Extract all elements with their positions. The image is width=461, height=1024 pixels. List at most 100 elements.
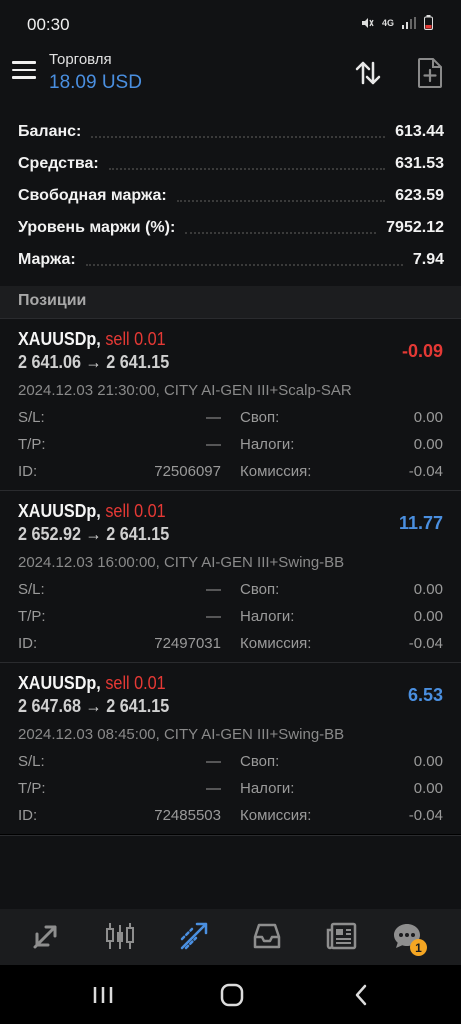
position-symbol: XAUUSDp, (18, 329, 101, 349)
home-icon (220, 983, 244, 1007)
positions-section-header: Позиции (0, 286, 461, 318)
positions-title: Позиции (18, 292, 87, 309)
free-margin-row: Свободная маржа: 623.59 (18, 184, 444, 208)
top-app-bar: Торговля 18.09 USD (0, 48, 461, 106)
tab-news[interactable] (325, 919, 359, 953)
margin-level-value: 7952.12 (386, 219, 444, 236)
tp-value: — (206, 436, 221, 453)
commission-label: Комиссия: (240, 635, 312, 652)
swap-value: 0.00 (413, 753, 443, 770)
taxes-label: Налоги: (240, 436, 295, 453)
taxes-label: Налоги: (240, 780, 295, 797)
taxes-value: 0.00 (413, 608, 443, 625)
tab-charts[interactable] (103, 919, 137, 953)
recent-apps-icon (93, 987, 113, 1003)
equity-label: Средства: (18, 155, 99, 172)
id-value: 72506097 (154, 463, 221, 480)
position-symbol: XAUUSDp, (18, 673, 101, 693)
sl-value: — (206, 581, 221, 598)
quotes-icon (33, 925, 57, 949)
commission-label: Комиссия: (240, 807, 312, 824)
trade-icon (180, 922, 208, 950)
home-button[interactable] (217, 983, 247, 1007)
position-item[interactable]: XAUUSDp, sell 0.01 2 652.92 → 2 641.15 1… (0, 490, 461, 662)
swap-label: Своп: (240, 753, 280, 770)
chart-candles-icon (106, 923, 134, 949)
tab-history[interactable] (250, 919, 284, 953)
swap-label: Своп: (240, 409, 280, 426)
sort-arrows-icon (355, 61, 381, 85)
position-prices: 2 641.06 → 2 641.15 (18, 352, 170, 372)
swap-value: 0.00 (413, 581, 443, 598)
position-item[interactable]: XAUUSDp, sell 0.01 2 641.06 → 2 641.15 -… (0, 318, 461, 490)
position-profit: 11.77 (398, 513, 443, 533)
sl-label: S/L: (18, 409, 45, 426)
position-side: sell 0.01 (105, 501, 166, 521)
tab-messages[interactable]: 1 (390, 919, 427, 956)
id-label: ID: (18, 463, 38, 480)
history-icon (253, 923, 281, 949)
back-button[interactable] (346, 983, 376, 1007)
position-profit: -0.09 (401, 341, 443, 361)
balance-value: 613.44 (395, 123, 444, 140)
balance-row: Баланс: 613.44 (18, 120, 444, 144)
new-order-button[interactable] (416, 57, 444, 89)
margin-level-label: Уровень маржи (%): (18, 219, 176, 236)
margin-level-row: Уровень маржи (%): 7952.12 (18, 216, 444, 240)
battery-icon (424, 15, 433, 30)
position-symbol: XAUUSDp, (18, 501, 101, 521)
position-comment: 2024.12.03 08:45:00, CITY AI-GEN III+Swi… (18, 726, 345, 743)
id-value: 72485503 (154, 807, 221, 824)
margin-row: Маржа: 7.94 (18, 248, 444, 272)
taxes-label: Налоги: (240, 608, 295, 625)
free-margin-value: 623.59 (395, 187, 444, 204)
tab-quotes[interactable] (29, 919, 63, 953)
position-prices: 2 652.92 → 2 641.15 (18, 524, 170, 544)
equity-row: Средства: 631.53 (18, 152, 444, 176)
taxes-value: 0.00 (413, 436, 443, 453)
id-label: ID: (18, 635, 38, 652)
tab-trade[interactable] (177, 919, 211, 953)
margin-value: 7.94 (412, 251, 444, 268)
sl-value: — (206, 409, 221, 426)
tp-label: T/P: (18, 608, 46, 625)
news-icon (326, 922, 357, 950)
mute-icon (361, 17, 374, 28)
sl-label: S/L: (18, 753, 45, 770)
sl-label: S/L: (18, 581, 45, 598)
position-prices: 2 647.68 → 2 641.15 (18, 696, 170, 716)
commission-label: Комиссия: (240, 463, 312, 480)
new-document-icon (418, 58, 442, 88)
id-value: 72497031 (154, 635, 221, 652)
hamburger-icon (12, 61, 36, 64)
account-profit: 18.09 USD (49, 72, 142, 93)
commission-value: -0.04 (408, 463, 443, 480)
tp-value: — (206, 608, 221, 625)
tp-label: T/P: (18, 780, 46, 797)
recent-apps-button[interactable] (88, 983, 118, 1007)
free-margin-label: Свободная маржа: (18, 187, 167, 204)
position-side: sell 0.01 (105, 673, 166, 693)
sort-button[interactable] (353, 58, 383, 88)
signal-icon (402, 16, 416, 29)
equity-value: 631.53 (395, 155, 444, 172)
empty-list-area (0, 835, 461, 909)
commission-value: -0.04 (408, 807, 443, 824)
position-comment: 2024.12.03 16:00:00, CITY AI-GEN III+Swi… (18, 554, 345, 571)
swap-label: Своп: (240, 581, 280, 598)
system-icons: 4G (360, 15, 433, 30)
messages-badge: 1 (410, 939, 427, 956)
balance-label: Баланс: (18, 123, 82, 140)
position-item[interactable]: XAUUSDp, sell 0.01 2 647.68 → 2 641.15 6… (0, 662, 461, 834)
commission-value: -0.04 (408, 635, 443, 652)
system-navigation-bar (0, 965, 461, 1024)
bottom-tab-bar: 1 (0, 909, 461, 965)
margin-label: Маржа: (18, 251, 76, 268)
status-bar: 00:30 4G (0, 0, 461, 48)
id-label: ID: (18, 807, 38, 824)
network-type: 4G (381, 17, 394, 28)
position-profit: 6.53 (407, 685, 443, 705)
tp-value: — (206, 780, 221, 797)
menu-button[interactable] (12, 61, 36, 81)
taxes-value: 0.00 (413, 780, 443, 797)
